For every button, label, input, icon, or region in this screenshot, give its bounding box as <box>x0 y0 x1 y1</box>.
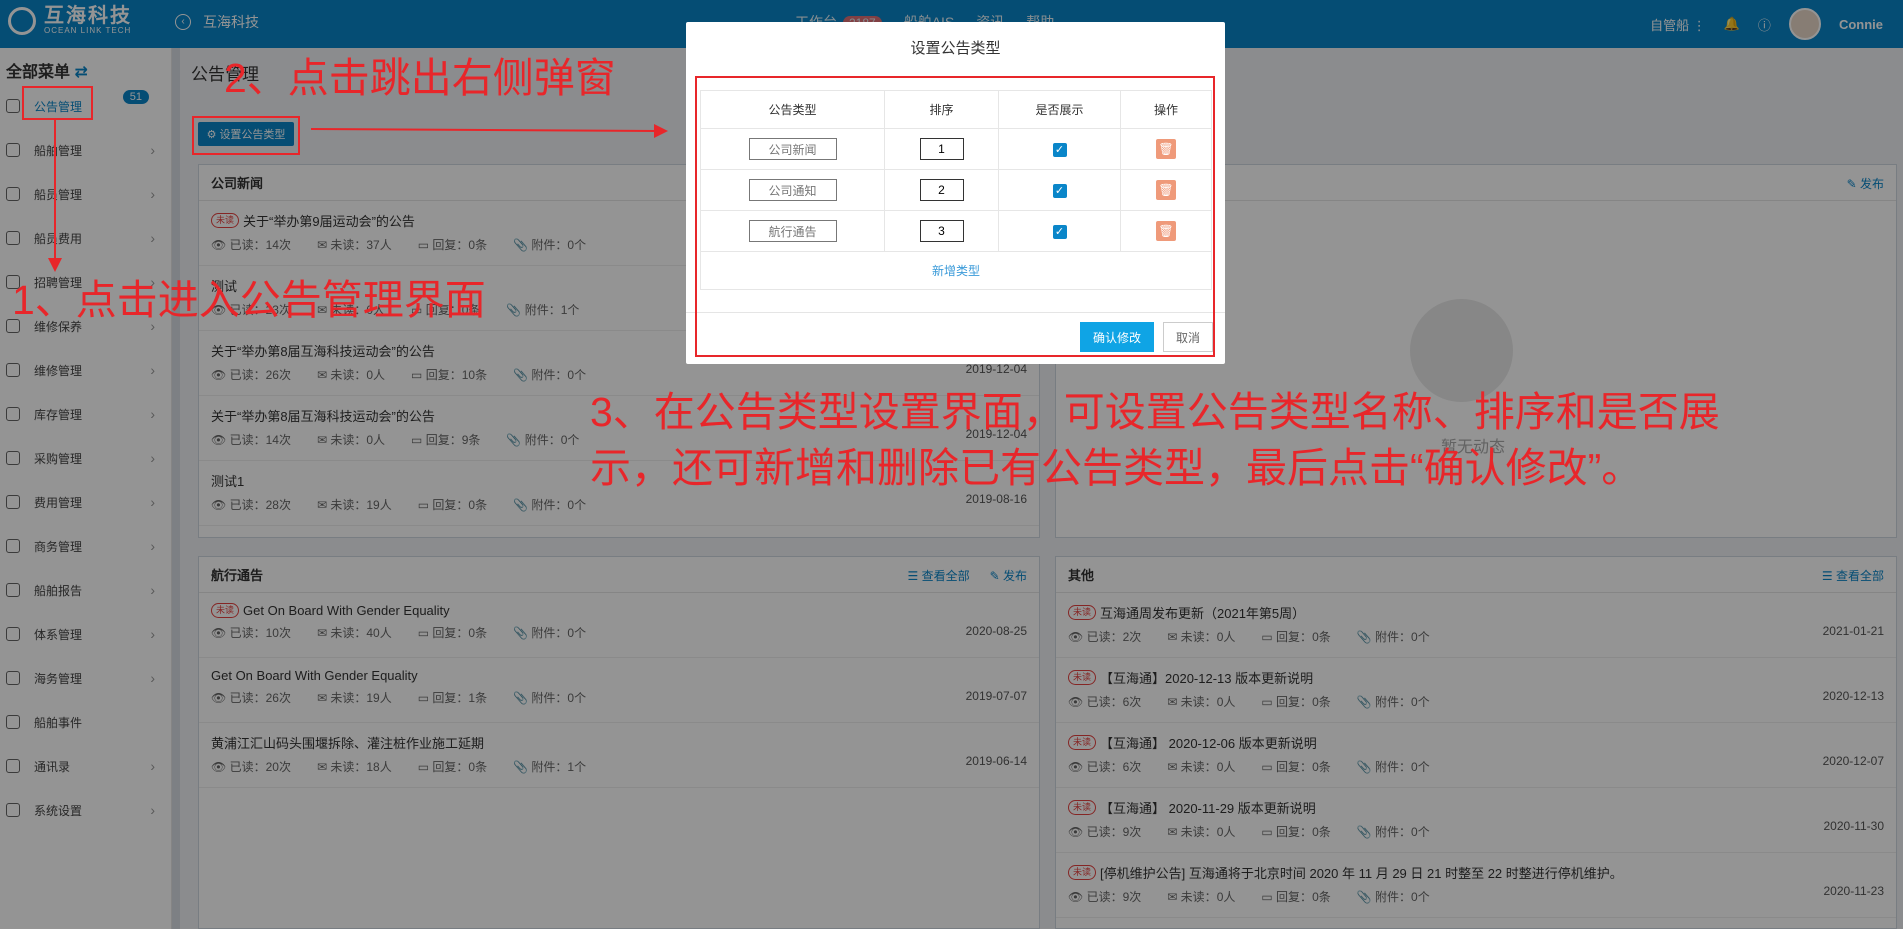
annotation-step1: 1、点击进入公告管理界面 <box>12 277 486 323</box>
annotation-box-modal <box>695 76 1215 357</box>
annotation-step3-line1: 3、在公告类型设置界面，可设置公告类型名称、排序和是否展 <box>590 389 1720 435</box>
annotation-step3-line2: 示，还可新增和删除已有公告类型，最后点击“确认修改”。 <box>590 445 1643 491</box>
annotation-box-menu <box>22 86 93 120</box>
modal-title: 设置公告类型 <box>910 40 1001 57</box>
annotation-step2: 2、点击跳出右侧弹窗 <box>224 55 616 101</box>
annotation-box-button <box>192 116 300 155</box>
